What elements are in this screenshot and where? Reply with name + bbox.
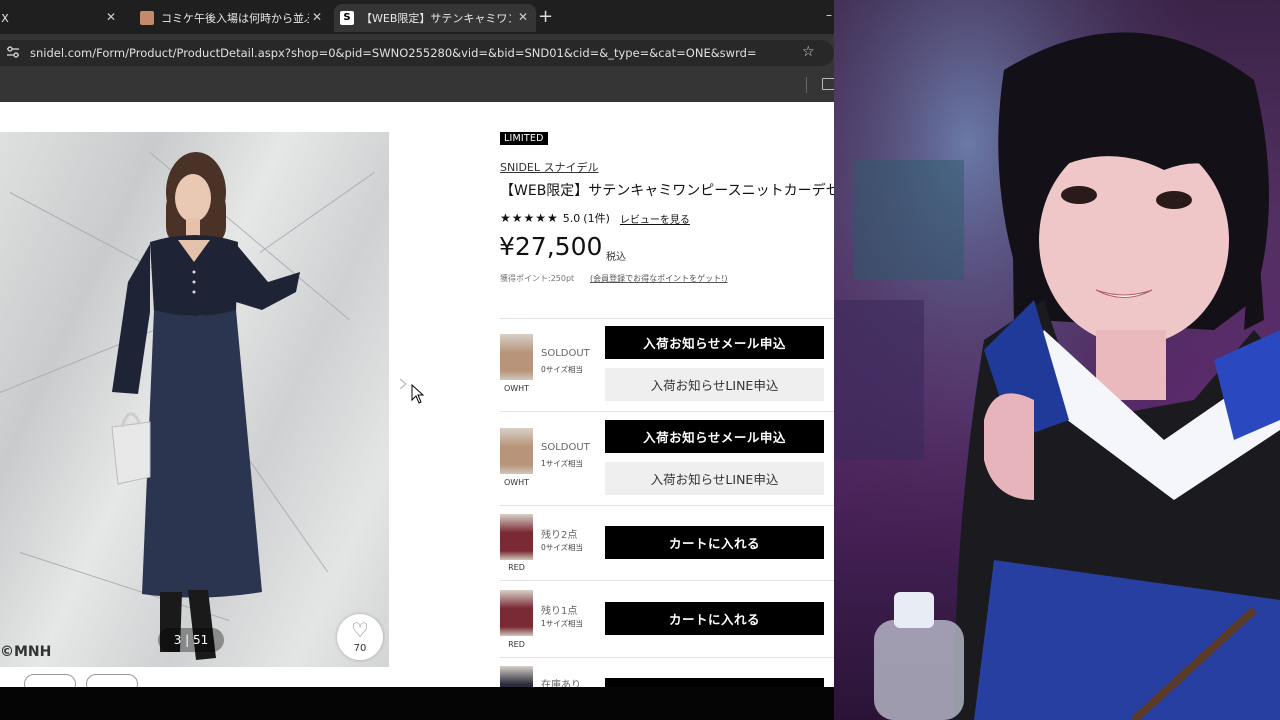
variant-color: OWHT xyxy=(503,384,530,393)
divider xyxy=(500,505,834,506)
product-title: 【WEB限定】サテンキャミワンピースニットカーデセット xyxy=(500,183,834,199)
divider xyxy=(500,657,834,658)
close-icon[interactable]: ✕ xyxy=(106,10,116,24)
tab-title: 【WEB限定】サテンキャミワンピースニ xyxy=(361,12,511,25)
model-figure xyxy=(111,152,300,660)
favorite-count: 70 xyxy=(353,643,367,654)
tax-label: 税込 xyxy=(606,252,626,263)
new-tab-button[interactable]: + xyxy=(538,6,553,27)
rating-row: ★★★★★ 5.0 (1件) レビューを見る xyxy=(500,210,690,226)
tab-x[interactable]: / X ✕ xyxy=(0,4,124,32)
bookmarks-bar xyxy=(0,72,834,102)
tab-comike[interactable]: コミケ午後入場は何時から並ぶ？ ✕ xyxy=(140,4,330,32)
tab-favicon-icon xyxy=(140,11,154,25)
restock-mail-button[interactable]: 入荷お知らせメール申込 xyxy=(605,326,824,359)
divider xyxy=(500,318,834,319)
cursor-icon xyxy=(411,384,425,404)
photo-counter: 3 | 51 xyxy=(158,628,224,652)
tab-snidel-active[interactable]: S 【WEB限定】サテンキャミワンピースニ ✕ xyxy=(334,4,536,32)
variant-size: 1サイズ相当 xyxy=(541,619,584,628)
snidel-favicon-icon: S xyxy=(340,11,354,25)
webcam-overlay xyxy=(834,0,1280,720)
restock-mail-button[interactable]: 入荷お知らせメール申込 xyxy=(605,420,824,453)
minimize-button[interactable]: – xyxy=(826,8,832,22)
divider xyxy=(500,580,834,581)
variant-thumbnail[interactable] xyxy=(500,590,533,636)
bookmarks-divider xyxy=(806,77,807,93)
points-signup-link[interactable]: (会員登録でお得なポイントをゲット!) xyxy=(590,273,727,284)
variant-status: 残り2点 xyxy=(541,530,578,541)
size-pill[interactable] xyxy=(24,674,76,687)
rating-stars-icon: ★★★★★ xyxy=(500,211,559,225)
add-to-cart-button[interactable] xyxy=(605,678,824,687)
tab-bar: / X ✕ コミケ午後入場は何時から並ぶ？ ✕ S 【WEB限定】サテンキャミワ… xyxy=(0,0,834,34)
variant-size: 1サイズ相当 xyxy=(541,459,584,468)
browser-window: / X ✕ コミケ午後入場は何時から並ぶ？ ✕ S 【WEB限定】サテンキャミワ… xyxy=(0,0,834,687)
points-text: 獲得ポイント:250pt xyxy=(500,274,575,283)
variant-thumbnail[interactable] xyxy=(500,428,533,474)
variant-status: SOLDOUT xyxy=(541,348,590,359)
rating-score: 5.0 xyxy=(562,211,581,225)
star-icon[interactable]: ☆ xyxy=(802,44,815,60)
variant-size: 0サイズ相当 xyxy=(541,543,584,552)
variant-status: 在庫あり xyxy=(541,680,581,687)
divider xyxy=(500,411,834,412)
variant-status: 残り1点 xyxy=(541,606,578,617)
product-photo[interactable] xyxy=(0,132,389,667)
heart-icon: ♡ xyxy=(351,618,369,642)
streamer-figure xyxy=(834,0,1280,720)
variant-color: RED xyxy=(508,563,525,572)
variant-color: OWHT xyxy=(503,478,530,487)
review-count: (1件) xyxy=(583,212,610,225)
favorite-button[interactable]: ♡ 70 xyxy=(337,614,383,660)
variant-color: RED xyxy=(508,640,525,649)
close-icon[interactable]: ✕ xyxy=(518,10,528,24)
price: ¥27,500 xyxy=(499,232,603,261)
brand-link[interactable]: SNIDEL スナイデル xyxy=(500,159,599,175)
limited-badge: LIMITED xyxy=(500,132,548,145)
variant-status: SOLDOUT xyxy=(541,442,590,453)
site-settings-icon[interactable] xyxy=(6,46,20,61)
size-pill[interactable] xyxy=(86,674,138,687)
close-icon[interactable]: ✕ xyxy=(312,10,322,24)
add-to-cart-button[interactable]: カートに入れる xyxy=(605,602,824,635)
restock-line-button[interactable]: 入荷お知らせLINE申込 xyxy=(605,368,824,401)
variant-size: 0サイズ相当 xyxy=(541,365,584,374)
variant-thumbnail[interactable] xyxy=(500,334,533,380)
restock-line-button[interactable]: 入荷お知らせLINE申込 xyxy=(605,462,824,495)
variant-thumbnail[interactable] xyxy=(500,666,533,687)
tab-title: / X xyxy=(0,11,9,25)
folder-icon[interactable] xyxy=(822,78,834,90)
watermark: ©MNH xyxy=(0,644,52,660)
review-link[interactable]: レビューを見る xyxy=(620,211,690,226)
variant-thumbnail[interactable] xyxy=(500,514,533,560)
url-text[interactable]: snidel.com/Form/Product/ProductDetail.as… xyxy=(30,46,757,60)
chevron-right-icon[interactable]: › xyxy=(398,366,409,399)
tab-title: コミケ午後入場は何時から並ぶ？ xyxy=(161,12,309,25)
add-to-cart-button[interactable]: カートに入れる xyxy=(605,526,824,559)
video-letterbox xyxy=(0,687,834,720)
